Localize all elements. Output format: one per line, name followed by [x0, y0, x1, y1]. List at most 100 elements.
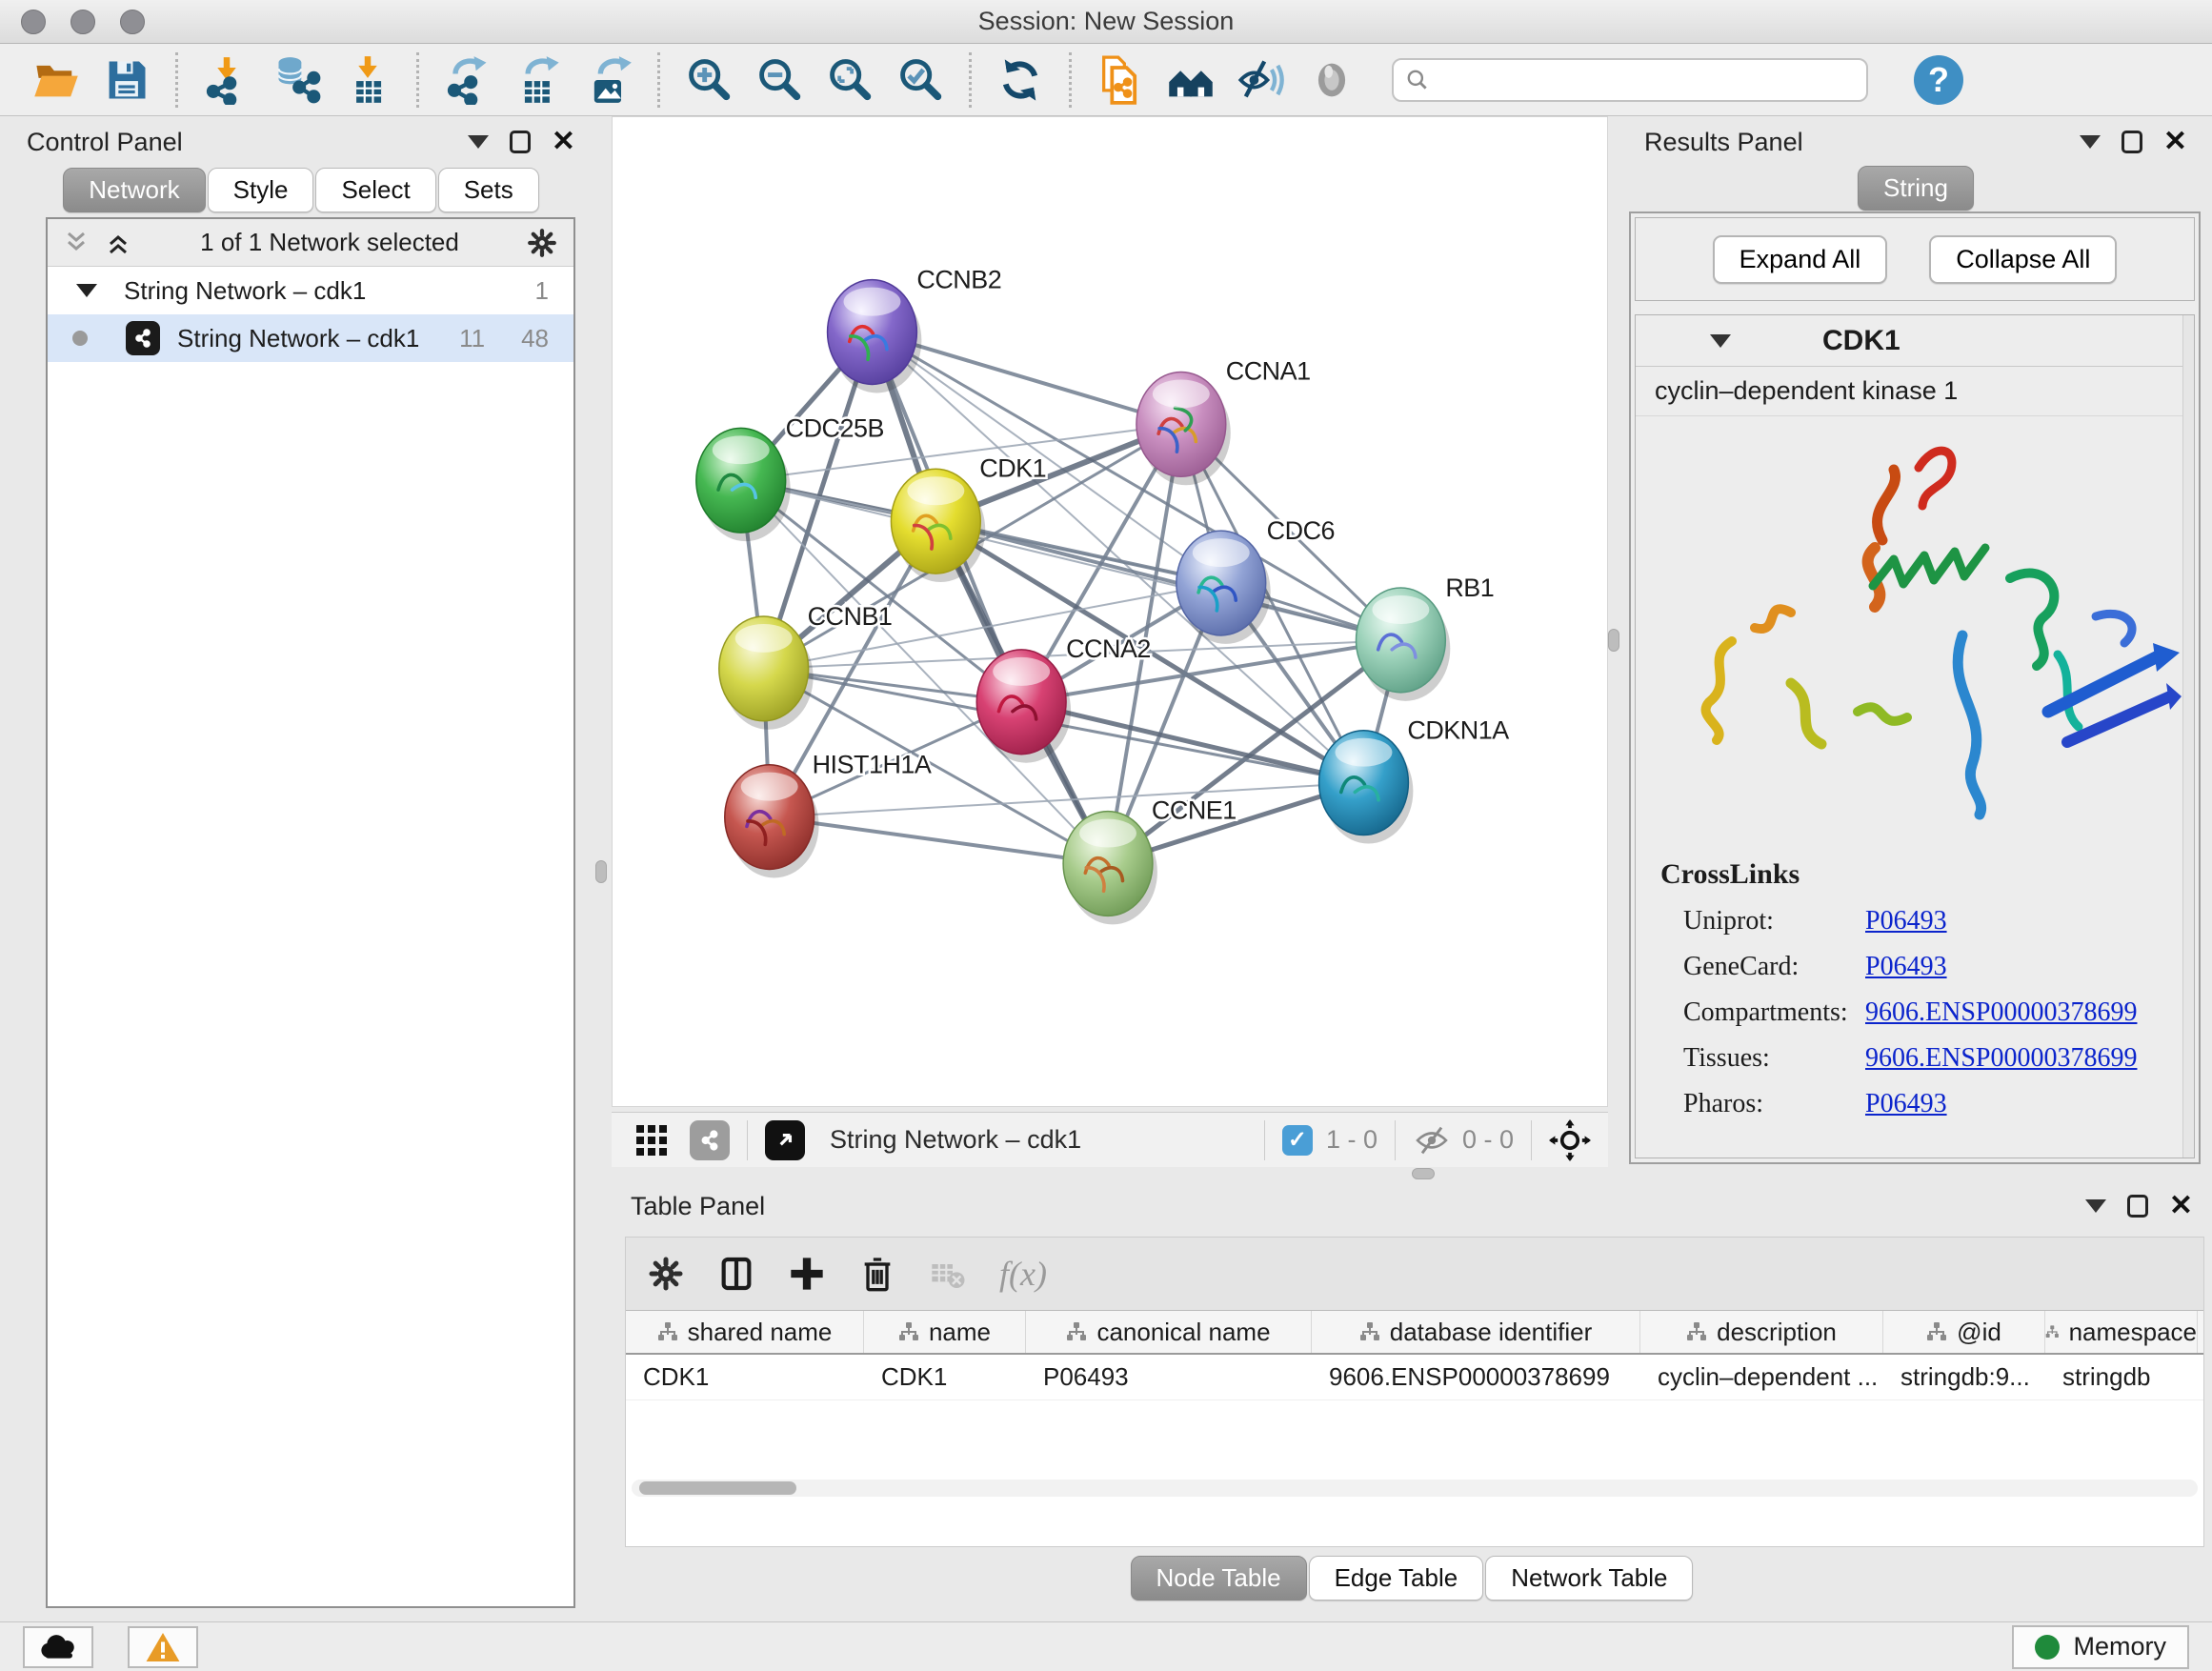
string-home-button[interactable] [1159, 50, 1222, 110]
node-CCNA1[interactable] [1136, 372, 1231, 485]
node-CCNE1[interactable] [1063, 812, 1157, 925]
column-header-name[interactable]: name [864, 1311, 1026, 1353]
add-column-icon[interactable] [788, 1255, 826, 1293]
pan-crosshair-icon[interactable] [1549, 1119, 1591, 1161]
memory-button[interactable]: Memory [2012, 1625, 2189, 1669]
houses-icon [1166, 55, 1216, 105]
network-row[interactable]: String Network – cdk1 11 48 [48, 314, 573, 362]
table-gear-icon[interactable] [647, 1255, 685, 1293]
panel-menu-icon[interactable] [468, 135, 489, 149]
column-header-@id[interactable]: @id [1883, 1311, 2045, 1353]
collection-expander-icon[interactable] [76, 284, 97, 297]
float-panel-icon[interactable] [2122, 131, 2142, 153]
table-cell[interactable]: CDK1 [626, 1355, 864, 1399]
close-panel-icon[interactable]: ✕ [2163, 128, 2187, 156]
tab-network[interactable]: Network [63, 168, 205, 212]
results-scrollbar[interactable] [2182, 315, 2194, 1158]
network-share-badge-icon[interactable] [690, 1120, 730, 1160]
protein-expander-icon[interactable] [1710, 334, 1731, 348]
tab-sets[interactable]: Sets [438, 168, 539, 212]
crosslink-link[interactable]: 9606.ENSP00000378699 [1865, 1043, 2137, 1074]
search-input[interactable] [1438, 66, 1855, 93]
string-import-button[interactable] [1089, 50, 1152, 110]
zoom-in-button[interactable] [677, 50, 740, 110]
show-columns-icon[interactable] [717, 1255, 755, 1293]
horizontal-splitter-handle[interactable] [1412, 1168, 1435, 1179]
panel-menu-icon[interactable] [2080, 135, 2101, 149]
node-CCNB1[interactable] [719, 616, 814, 730]
node-HIST1H1A[interactable] [725, 765, 819, 878]
protein-description: cyclin–dependent kinase 1 [1636, 367, 2194, 416]
search-field[interactable] [1392, 58, 1868, 102]
search-icon [1405, 68, 1430, 92]
expand-all-button[interactable]: Expand All [1713, 235, 1888, 284]
right-splitter-handle[interactable] [1608, 629, 1619, 652]
node-CDC6[interactable] [1176, 531, 1271, 644]
tab-string[interactable]: String [1858, 166, 1974, 211]
tab-node-table[interactable]: Node Table [1131, 1556, 1307, 1601]
table-cell[interactable]: 9606.ENSP00000378699 [1312, 1355, 1640, 1399]
apply-layout-button[interactable] [989, 50, 1052, 110]
panel-menu-icon[interactable] [2085, 1199, 2106, 1213]
crosslink-link[interactable]: P06493 [1865, 952, 1947, 982]
birds-eye-view-icon[interactable] [765, 1120, 805, 1160]
tab-select[interactable]: Select [315, 168, 435, 212]
show-graphics-details-button[interactable] [1300, 50, 1363, 110]
table-cell[interactable]: CDK1 [864, 1355, 1026, 1399]
left-splitter-handle[interactable] [595, 860, 607, 883]
delete-column-icon[interactable] [858, 1255, 896, 1293]
tab-style[interactable]: Style [208, 168, 314, 212]
node-CCNA2[interactable] [976, 650, 1071, 763]
network-canvas[interactable]: CCNB2CCNA1CDC25BCDK1CDC6RB1CCNB1CCNA2CDK… [612, 116, 1608, 1107]
edge-HIST1H1A-CCNE1[interactable] [770, 817, 1108, 864]
column-header-description[interactable]: description [1640, 1311, 1883, 1353]
cloud-button[interactable] [23, 1626, 93, 1668]
zoom-selected-button[interactable] [889, 50, 952, 110]
import-network-file-button[interactable] [195, 50, 258, 110]
network-collection-row[interactable]: String Network – cdk1 1 [48, 267, 573, 314]
tab-edge-table[interactable]: Edge Table [1309, 1556, 1484, 1601]
help-button[interactable]: ? [1914, 55, 1963, 105]
zoom-fit-button[interactable] [818, 50, 881, 110]
export-image-button[interactable] [577, 50, 640, 110]
node-CDK1[interactable] [891, 469, 985, 582]
selected-checkbox-icon[interactable]: ✓ [1282, 1125, 1313, 1156]
table-cell[interactable]: P06493 [1026, 1355, 1312, 1399]
close-panel-icon[interactable]: ✕ [552, 128, 575, 156]
collapse-all-icon[interactable] [63, 230, 91, 256]
node-CDC25B[interactable] [696, 428, 791, 541]
column-header-shared-name[interactable]: shared name [626, 1311, 864, 1353]
collapse-all-button[interactable]: Collapse All [1929, 235, 2117, 284]
export-table-button[interactable] [507, 50, 570, 110]
table-cell[interactable]: stringdb [2045, 1355, 2198, 1399]
hide-glass-effects-button[interactable] [1230, 50, 1293, 110]
node-RB1[interactable] [1357, 588, 1451, 701]
column-header-namespace[interactable]: namespace [2045, 1311, 2198, 1353]
crosslink-link[interactable]: P06493 [1865, 1089, 1947, 1119]
node-CDKN1A[interactable] [1319, 731, 1414, 844]
zoom-out-button[interactable] [748, 50, 811, 110]
column-header-database-identifier[interactable]: database identifier [1312, 1311, 1640, 1353]
crosslink-link[interactable]: 9606.ENSP00000378699 [1865, 997, 2137, 1028]
table-cell[interactable]: cyclin–dependent ... [1640, 1355, 1883, 1399]
table-row[interactable]: CDK1CDK1P064939606.ENSP00000378699cyclin… [626, 1355, 2203, 1400]
table-horizontal-scrollbar[interactable] [632, 1480, 2198, 1497]
float-panel-icon[interactable] [2127, 1195, 2148, 1218]
warnings-button[interactable] [128, 1626, 198, 1668]
node-CCNB2[interactable] [828, 280, 922, 393]
save-session-button[interactable] [95, 50, 158, 110]
float-panel-icon[interactable] [510, 131, 531, 153]
expand-all-icon[interactable] [105, 230, 133, 256]
network-view: CCNB2CCNA1CDC25BCDK1CDC6RB1CCNB1CCNA2CDK… [612, 116, 1608, 1164]
open-session-button[interactable] [25, 50, 88, 110]
import-table-button[interactable] [336, 50, 399, 110]
table-cell[interactable]: stringdb:9... [1883, 1355, 2045, 1399]
column-header-canonical-name[interactable]: canonical name [1026, 1311, 1312, 1353]
view-grid-icon[interactable] [633, 1121, 671, 1159]
crosslink-link[interactable]: P06493 [1865, 906, 1947, 936]
gear-icon[interactable] [526, 227, 558, 259]
export-network-button[interactable] [436, 50, 499, 110]
close-panel-icon[interactable]: ✕ [2169, 1192, 2193, 1220]
tab-network-table[interactable]: Network Table [1485, 1556, 1693, 1601]
import-network-from-database-button[interactable] [266, 50, 329, 110]
